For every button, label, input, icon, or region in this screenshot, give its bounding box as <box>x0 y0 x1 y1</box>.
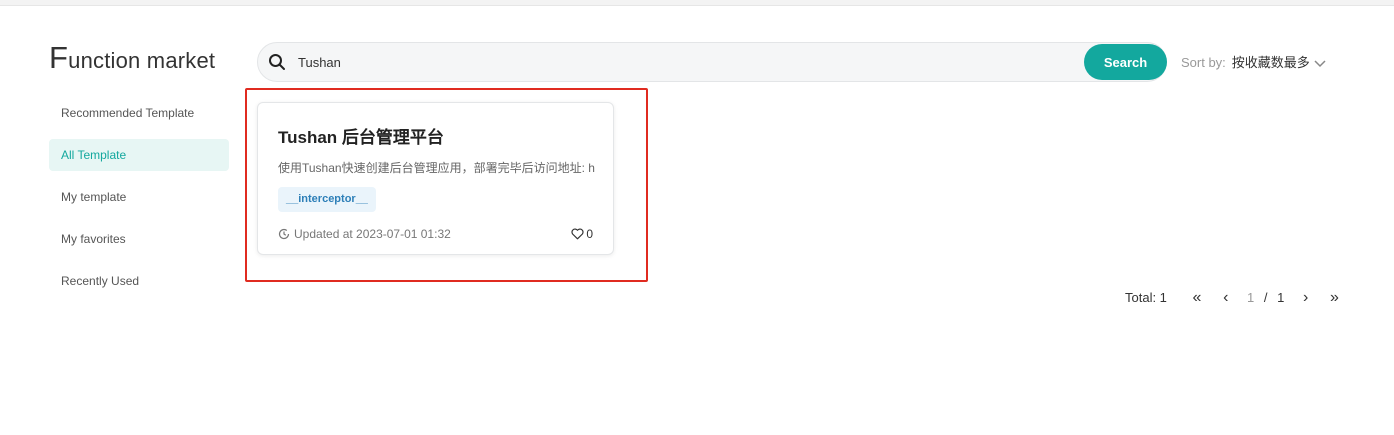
next-page-button[interactable]: › <box>1303 290 1308 306</box>
pagination-current[interactable]: 1 <box>1247 290 1254 305</box>
search-button[interactable]: Search <box>1084 44 1167 80</box>
search-icon <box>269 54 285 70</box>
pagination-total: Total: 1 <box>1125 290 1167 305</box>
sidebar: Recommended Template All Template My tem… <box>49 97 229 307</box>
sort-value[interactable]: 按收藏数最多 <box>1232 55 1310 70</box>
last-page-button[interactable]: » <box>1330 290 1339 306</box>
card-likes-count: 0 <box>586 227 593 241</box>
sidebar-item-recently-used[interactable]: Recently Used <box>49 265 229 297</box>
page-title-initial: F <box>49 40 69 75</box>
sidebar-item-my-favorites[interactable]: My favorites <box>49 223 229 255</box>
search-bar: Search <box>257 42 1167 82</box>
pagination-separator: / <box>1263 290 1268 305</box>
card-tag[interactable]: __interceptor__ <box>278 187 376 212</box>
chevron-down-icon[interactable] <box>1314 60 1326 68</box>
first-page-button[interactable]: « <box>1193 290 1202 306</box>
sidebar-item-all-template[interactable]: All Template <box>49 139 229 171</box>
heart-icon[interactable] <box>571 228 584 240</box>
card-title[interactable]: Tushan 后台管理平台 <box>278 123 444 148</box>
card-likes[interactable]: 0 <box>571 227 593 241</box>
page-title: Function market <box>49 40 215 76</box>
pagination: Total: 1 « ‹ 1 / 1 › » <box>1125 290 1339 308</box>
search-input[interactable] <box>298 51 1078 73</box>
sort-control[interactable]: Sort by: 按收藏数最多 <box>1181 52 1326 71</box>
card-updated: Updated at 2023-07-01 01:32 <box>278 227 451 241</box>
top-bar <box>0 0 1394 6</box>
sidebar-item-my-template[interactable]: My template <box>49 181 229 213</box>
card-updated-text: Updated at 2023-07-01 01:32 <box>294 227 451 241</box>
sidebar-item-recommended[interactable]: Recommended Template <box>49 97 229 129</box>
card-description: 使用Tushan快速创建后台管理应用，部署完毕后访问地址: h <box>278 161 595 175</box>
pagination-pages: 1 <box>1277 290 1285 305</box>
page-title-rest: unction market <box>68 48 216 73</box>
template-card[interactable]: Tushan 后台管理平台 使用Tushan快速创建后台管理应用，部署完毕后访问… <box>257 102 614 255</box>
sort-label: Sort by: <box>1181 55 1226 70</box>
clock-icon <box>278 228 290 240</box>
prev-page-button[interactable]: ‹ <box>1223 290 1228 306</box>
